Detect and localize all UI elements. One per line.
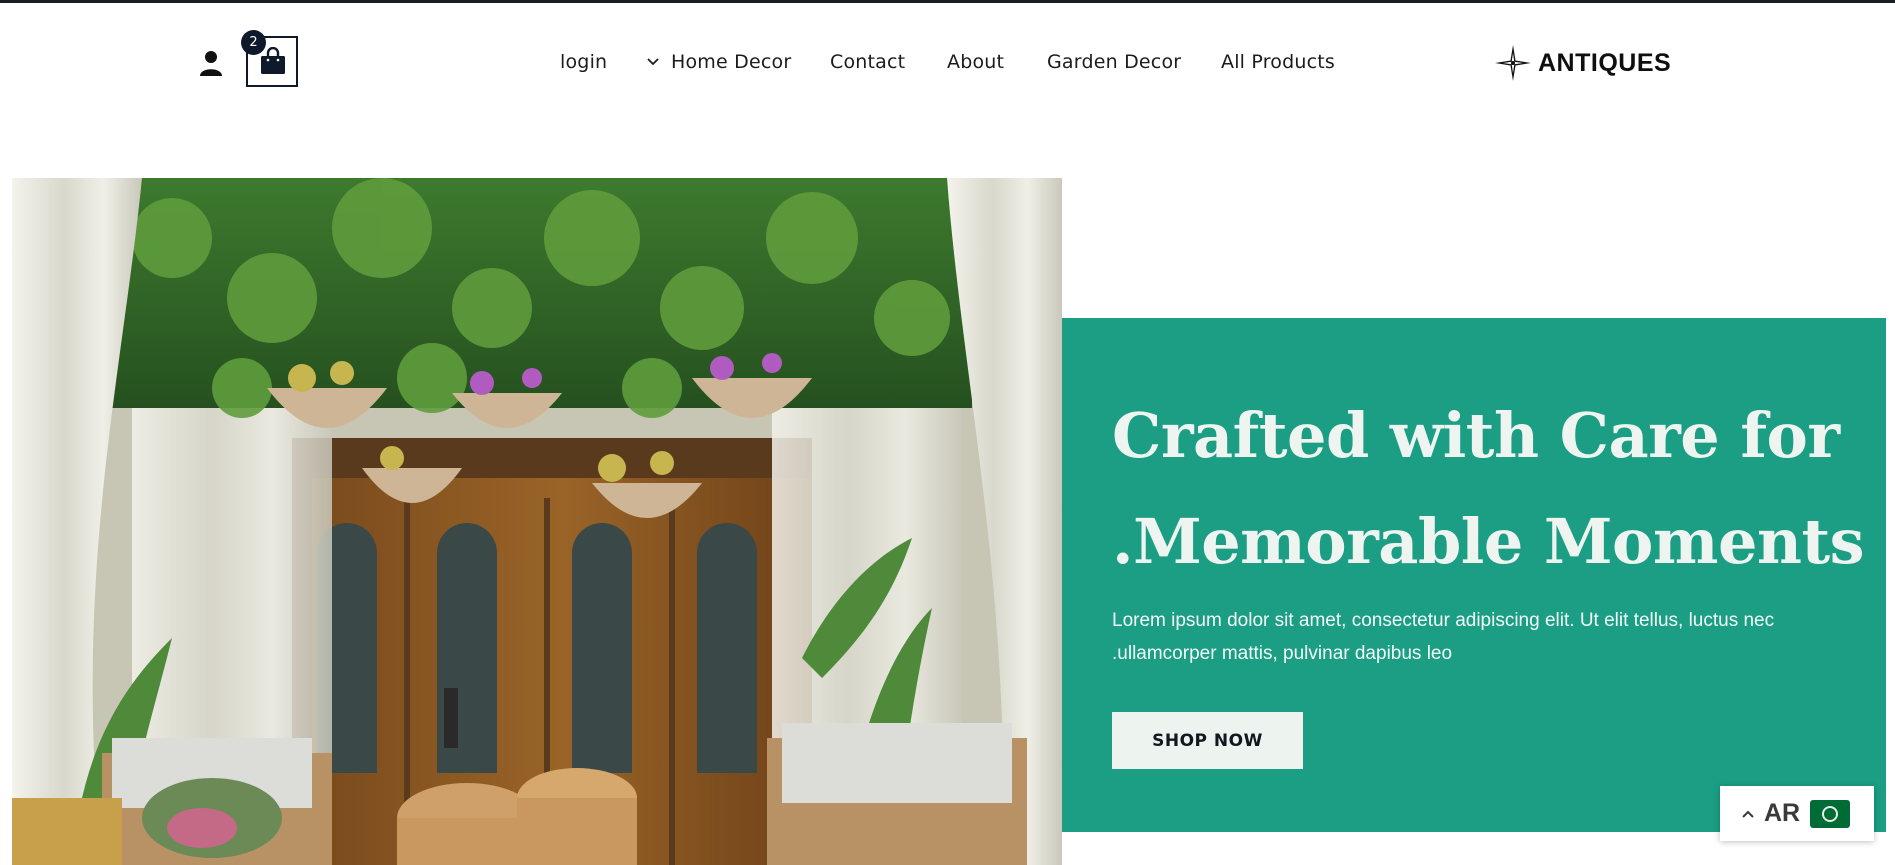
chevron-down-icon [647, 58, 659, 66]
shop-now-button[interactable]: SHOP NOW [1112, 712, 1303, 769]
compass-star-icon [1495, 45, 1531, 81]
hero-image [12, 178, 1062, 865]
language-code: AR [1764, 799, 1801, 827]
nav-home-decor-label: Home Decor [671, 51, 792, 73]
cart-button[interactable]: 2 [241, 30, 298, 87]
nav-home-decor[interactable]: Home Decor [645, 49, 791, 75]
site-header: 2 login Home Decor Contact About Garden … [0, 3, 1895, 115]
hero-title-line-1: Crafted with Care for [1112, 399, 1840, 472]
hero-description-line-2: .ullamcorper mattis, pulvinar dapibus le… [1112, 643, 1453, 664]
nav-about[interactable]: About [947, 49, 1004, 75]
nav-login[interactable]: login [560, 49, 607, 75]
brand-logo[interactable]: ANTIQUES [1493, 43, 1671, 83]
chevron-up-icon [1742, 810, 1754, 818]
cart-count-badge: 2 [241, 30, 266, 55]
hero-description-line-1: Lorem ipsum dolor sit amet, consectetur … [1112, 610, 1775, 631]
hero-title-line-2: .Memorable Moments [1112, 505, 1865, 578]
nav-garden-decor[interactable]: Garden Decor [1047, 49, 1181, 75]
garden-patio-illustration [12, 178, 1062, 865]
language-switcher[interactable]: AR [1720, 786, 1874, 841]
hero-title: Crafted with Care for .Memorable Moments [1112, 383, 1872, 595]
saudi-arabia-flag-icon [1810, 799, 1851, 828]
shopping-bag-icon [261, 47, 285, 74]
nav-contact[interactable]: Contact [830, 49, 905, 75]
hero-panel: Crafted with Care for .Memorable Moments… [1062, 318, 1886, 832]
brand-name: ANTIQUES [1538, 48, 1672, 77]
nav-all-products[interactable]: All Products [1221, 49, 1335, 75]
user-icon[interactable] [198, 49, 224, 77]
hero-description: Lorem ipsum dolor sit amet, consectetur … [1112, 604, 1872, 670]
